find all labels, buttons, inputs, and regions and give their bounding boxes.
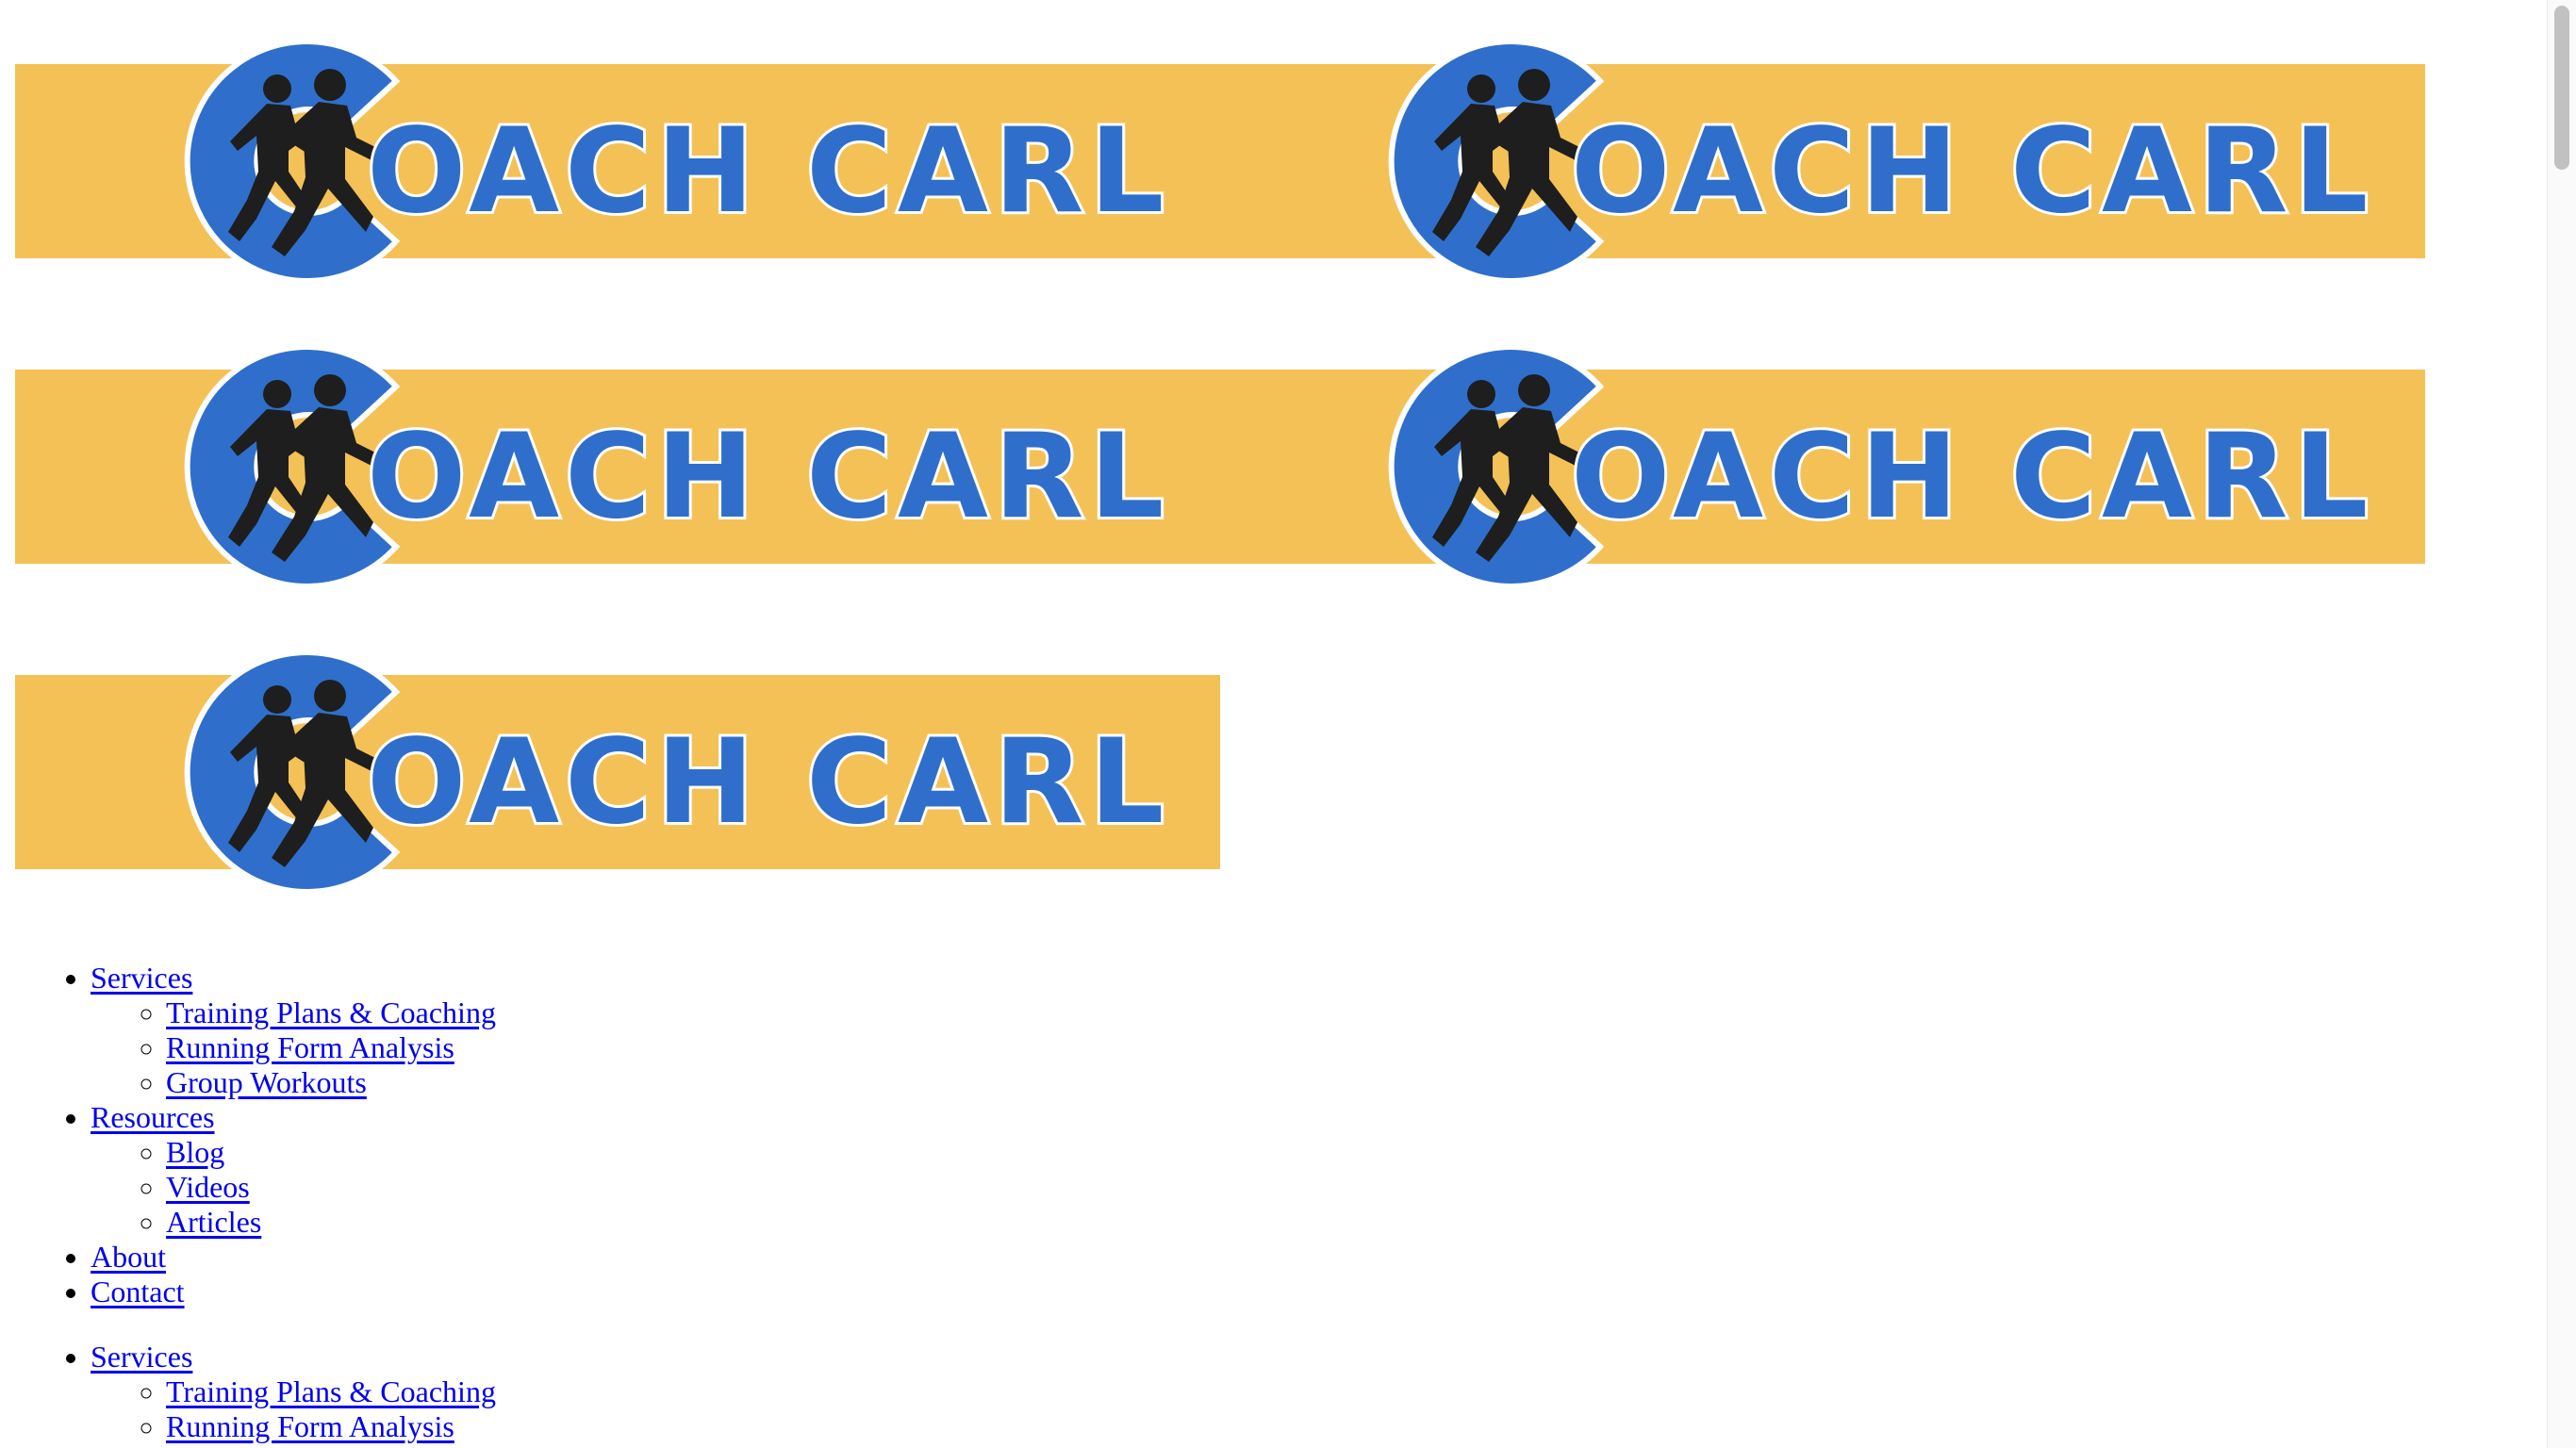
services-submenu: Training Plans & Coaching Running Form A…	[91, 996, 496, 1100]
nav-link-articles[interactable]: Articles	[166, 1205, 261, 1239]
nav-link-group-workouts[interactable]: Group Workouts	[166, 1065, 367, 1099]
submenu-item: Videos	[166, 1170, 496, 1205]
coach-carl-logo: OACH CARL OACH CARL	[15, 30, 2425, 304]
coach-carl-logo: OACH CARL	[15, 641, 1220, 914]
submenu-item: Training Plans & Coaching	[166, 996, 496, 1030]
logo-wordmark: OACH CARL	[364, 103, 1170, 240]
nav-link-videos[interactable]: Videos	[166, 1170, 250, 1204]
nav-link-services[interactable]: Services	[91, 1340, 192, 1374]
nav-item-resources: Resources Blog Videos Articles	[91, 1100, 496, 1240]
scrollbar-thumb[interactable]	[2554, 6, 2569, 170]
nav-link-resources[interactable]: Resources	[91, 1100, 215, 1134]
coach-carl-logo: OACH CARL OACH CARL	[15, 336, 2425, 609]
submenu-item: Articles	[166, 1205, 496, 1240]
nav-link-about[interactable]: About	[91, 1240, 166, 1274]
nav-link-training-plans[interactable]: Training Plans & Coaching	[166, 996, 496, 1029]
logo-wordmark: OACH CARL	[1568, 408, 2374, 546]
nav-link-training-plans[interactable]: Training Plans & Coaching	[166, 1374, 496, 1408]
logo-wordmark: OACH CARL	[364, 408, 1170, 546]
logo-wordmark: OACH CARL	[364, 714, 1170, 851]
main-nav: Services Training Plans & Coaching Runni…	[0, 961, 496, 1309]
nav-link-services[interactable]: Services	[91, 961, 192, 995]
nav-link-contact[interactable]: Contact	[91, 1275, 185, 1308]
submenu-item: Running Form Analysis	[166, 1030, 496, 1065]
services-submenu: Training Plans & Coaching Running Form A…	[91, 1374, 496, 1444]
nav-link-running-form-analysis[interactable]: Running Form Analysis	[166, 1409, 454, 1443]
logo-unit: OACH CARL	[1219, 336, 2425, 609]
logo-unit: OACH CARL	[1219, 30, 2425, 304]
logo-wordmark: OACH CARL	[1568, 103, 2374, 240]
submenu-item: Group Workouts	[166, 1065, 496, 1100]
secondary-nav: Services Training Plans & Coaching Runni…	[0, 1340, 496, 1444]
nav-item-services: Services Training Plans & Coaching Runni…	[91, 1340, 496, 1444]
submenu-item: Running Form Analysis	[166, 1409, 496, 1444]
page: OACH CARL OACH CARL OACH CARL OACH CARL …	[0, 0, 2576, 1448]
nav-item-contact: Contact	[91, 1275, 496, 1309]
nav-item-about: About	[91, 1240, 496, 1275]
nav-link-blog[interactable]: Blog	[166, 1135, 224, 1169]
vertical-scrollbar[interactable]	[2547, 0, 2576, 1448]
nav-item-services: Services Training Plans & Coaching Runni…	[91, 961, 496, 1100]
submenu-item: Blog	[166, 1135, 496, 1170]
resources-submenu: Blog Videos Articles	[91, 1135, 496, 1240]
nav-link-running-form-analysis[interactable]: Running Form Analysis	[166, 1030, 454, 1064]
submenu-item: Training Plans & Coaching	[166, 1374, 496, 1409]
